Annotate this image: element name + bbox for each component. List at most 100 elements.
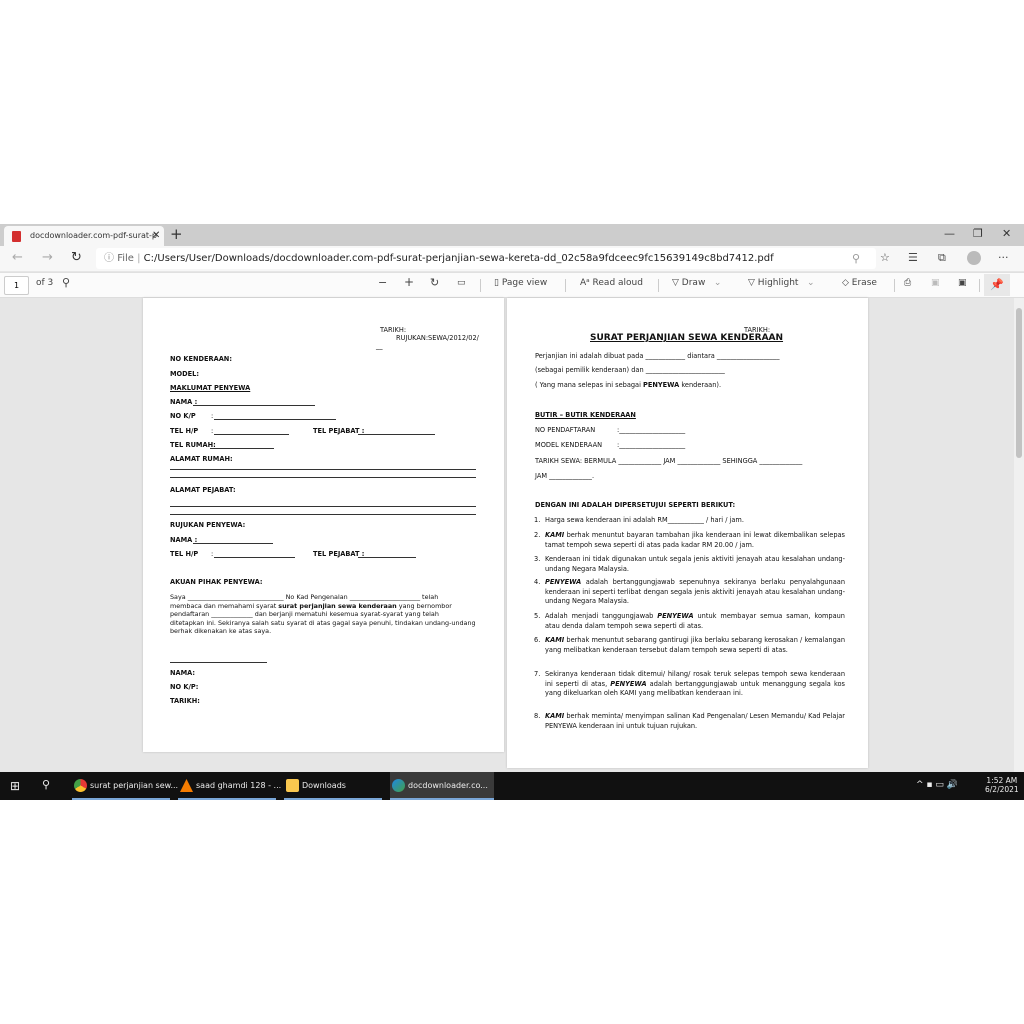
highlight-button[interactable]: ▽ Highlight ⌄: [748, 278, 815, 288]
minimize-button[interactable]: —: [944, 227, 955, 240]
vlc-icon: [180, 779, 193, 792]
maklumat-heading: MAKLUMAT PENYEWA: [170, 384, 251, 392]
draw-button[interactable]: ▽ Draw ⌄: [672, 278, 721, 288]
intro-line-2: (sebagai pemilik kenderaan) dan ________…: [535, 366, 725, 374]
rujukan-label: RUJUKAN:SEWA/2012/02/: [396, 334, 479, 342]
new-tab-button[interactable]: +: [170, 225, 183, 243]
akuan-heading: AKUAN PIHAK PENYEWA:: [170, 578, 263, 586]
intro-line-3: ( Yang mana selepas ini sebagai PENYEWA …: [535, 381, 722, 389]
page-count: of 3: [36, 278, 54, 288]
sig-tarikh-label: TARIKH:: [170, 697, 200, 705]
save-icon[interactable]: ▣: [931, 278, 940, 288]
model-kenderaan-label: MODEL KENDERAAN: [535, 441, 603, 449]
search-icon[interactable]: ⚲: [62, 276, 70, 289]
eraser-icon: ◇: [842, 278, 852, 288]
browser-tab[interactable]: docdownloader.com-pdf-surat-p ✕: [4, 226, 164, 246]
telpejabat-label-2: TEL PEJABAT :: [313, 550, 365, 558]
save-as-icon[interactable]: ▣: [958, 278, 967, 288]
term-item: 5. Adalah menjadi tanggungjawab PENYEWA u…: [534, 612, 845, 630]
tarikh-sewa-line: TARIKH SEWA: BERMULA _____________ JAM _…: [535, 457, 803, 465]
taskbar-item-chrome[interactable]: surat perjanjian sew...: [72, 772, 178, 800]
address-bar-row: ← → ↻ ⓘ File | C:/Users/User/Downloads/d…: [0, 246, 1024, 271]
page-number-input[interactable]: 1: [4, 276, 29, 295]
nokp-label: NO K/P: [170, 412, 196, 420]
back-icon[interactable]: ←: [12, 250, 23, 265]
scrollbar[interactable]: [1014, 298, 1024, 772]
pdf-page-1: TARIKH: RUJUKAN:SEWA/2012/02/ __ NO KEND…: [143, 298, 504, 752]
folder-icon: [286, 779, 299, 792]
zoom-icon[interactable]: ⚲: [852, 248, 860, 269]
close-tab-icon[interactable]: ✕: [152, 226, 160, 246]
edge-icon: [392, 779, 405, 792]
term-item: 4. PENYEWA adalah bertanggungjawab sepenu…: [534, 578, 845, 605]
zoom-out-icon[interactable]: −: [378, 276, 387, 289]
alamat-rumah-label: ALAMAT RUMAH:: [170, 455, 233, 463]
term-item: 3. Kenderaan ini tidak digunakan untuk se…: [534, 555, 845, 573]
more-icon[interactable]: ···: [998, 251, 1009, 264]
document-title: SURAT PERJANJIAN SEWA KENDERAAN: [590, 333, 784, 343]
no-kenderaan-label: NO KENDERAAN:: [170, 355, 232, 363]
telhp-label: TEL H/P: [170, 427, 199, 435]
telrumah-label: TEL RUMAH:: [170, 441, 216, 449]
term-item: 7. Sekiranya kenderaan tidak ditemui/ hil…: [534, 670, 845, 697]
rujukan-penyewa-label: RUJUKAN PENYEWA:: [170, 521, 246, 529]
tarikh-label: TARIKH:: [380, 326, 407, 334]
sig-nokp-label: NO K/P:: [170, 683, 199, 691]
term-item: 8. KAMI berhak meminta/ menyimpan salinan…: [534, 712, 845, 730]
erase-button[interactable]: ◇ Erase: [842, 278, 877, 288]
url-prefix: File: [117, 253, 134, 264]
chrome-icon: [74, 779, 87, 792]
term-item: 1. Harga sewa kenderaan ini adalah RM____…: [534, 516, 744, 524]
close-window-button[interactable]: ✕: [1002, 227, 1011, 240]
sig-nama-label: NAMA:: [170, 669, 196, 677]
terms-heading: DENGAN INI ADALAH DIPERSETUJUI SEPERTI B…: [535, 501, 736, 509]
page-view-button[interactable]: ▯ Page view: [494, 278, 547, 288]
chevron-down-icon: ⌄: [705, 278, 722, 288]
tab-bar: docdownloader.com-pdf-surat-p ✕ + — ❐ ✕: [0, 224, 1024, 246]
term-item: 2. KAMI berhak menuntut bayaran tambahan …: [534, 531, 845, 549]
taskbar-item-vlc[interactable]: saad ghamdi 128 - ...: [178, 772, 281, 800]
pin-toolbar-icon[interactable]: 📌: [984, 274, 1010, 296]
tray-icons[interactable]: ^ ▪ ▭ 🔊: [916, 780, 958, 790]
draw-icon: ▽: [672, 278, 682, 288]
telhp-label-2: TEL H/P: [170, 550, 199, 558]
clock[interactable]: 1:52 AM 6/2/2021: [985, 776, 1019, 794]
chevron-down-icon: ⌄: [798, 278, 815, 288]
akuan-paragraph: Saya ______________________________ No K…: [170, 593, 476, 636]
rujukan-cont: __: [376, 342, 383, 350]
profile-avatar[interactable]: [967, 251, 981, 265]
rotate-icon[interactable]: ↻: [430, 276, 439, 289]
alamat-pejabat-label: ALAMAT PEJABAT:: [170, 486, 236, 494]
favorites-icon[interactable]: ☰: [908, 251, 918, 264]
windows-start-icon[interactable]: ⊞: [10, 779, 20, 793]
zoom-in-icon[interactable]: +: [404, 275, 414, 289]
telpejabat-label: TEL PEJABAT :: [313, 427, 365, 435]
taskbar-item-edge[interactable]: docdownloader.co...: [390, 772, 494, 800]
taskbar: ⊞ ⚲ surat perjanjian sew... saad ghamdi …: [0, 772, 1024, 800]
refresh-icon[interactable]: ↻: [71, 250, 82, 265]
taskbar-item-explorer[interactable]: Downloads: [284, 772, 382, 800]
intro-line-1: Perjanjian ini adalah dibuat pada ______…: [535, 352, 780, 360]
butir-heading: BUTIR – BUTIR KENDERAAN: [535, 411, 636, 419]
favorite-add-icon[interactable]: ☆: [880, 251, 890, 264]
collections-icon[interactable]: ⧉: [938, 251, 946, 265]
url-input[interactable]: ⓘ File | C:/Users/User/Downloads/docdown…: [96, 248, 876, 269]
maximize-button[interactable]: ❐: [973, 227, 983, 240]
jam-line: JAM _____________.: [535, 472, 595, 480]
pdf-page-2: TARIKH: SURAT PERJANJIAN SEWA KENDERAAN …: [507, 298, 868, 768]
read-aloud-button[interactable]: Aᵃ Read aloud: [580, 278, 643, 288]
scrollbar-thumb[interactable]: [1016, 308, 1022, 458]
pdf-toolbar: 1 of 3 ⚲ − + ↻ ▭ ▯ Page view Aᵃ Read alo…: [0, 272, 1024, 298]
url-text: C:/Users/User/Downloads/docdownloader.co…: [143, 253, 774, 264]
term-item: 6. KAMI berhak menuntut sebarang gantirug…: [534, 636, 845, 654]
forward-icon[interactable]: →: [42, 250, 53, 265]
read-aloud-icon: Aᵃ: [580, 278, 593, 288]
search-icon[interactable]: ⚲: [42, 778, 50, 791]
tab-title: docdownloader.com-pdf-surat-p: [30, 231, 157, 240]
fit-page-icon[interactable]: ▭: [457, 278, 466, 288]
page-view-icon: ▯: [494, 278, 502, 288]
print-icon[interactable]: ⎙: [904, 278, 911, 288]
highlight-icon: ▽: [748, 278, 758, 288]
screenshot: docdownloader.com-pdf-surat-p ✕ + — ❐ ✕ …: [0, 224, 1024, 800]
model-label: MODEL:: [170, 370, 199, 378]
